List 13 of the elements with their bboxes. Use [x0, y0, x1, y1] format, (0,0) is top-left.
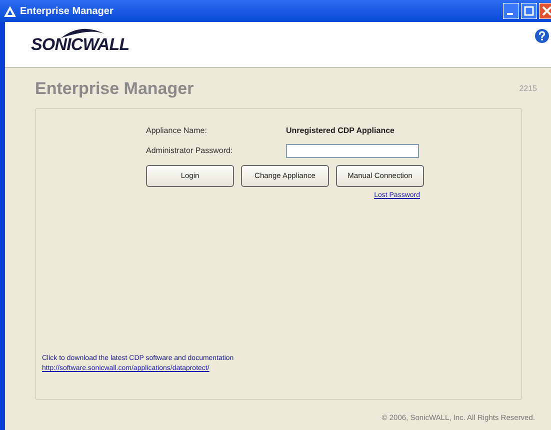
window-title: Enterprise Manager — [20, 4, 114, 18]
appliance-name-label: Appliance Name: — [146, 124, 208, 136]
version-number: 2215 — [519, 82, 537, 95]
help-icon[interactable] — [535, 28, 549, 42]
password-field[interactable] — [286, 144, 419, 158]
page-title: Enterprise Manager — [35, 78, 194, 100]
minimize-icon[interactable] — [503, 3, 519, 19]
close-icon[interactable] — [539, 3, 551, 19]
app-icon — [4, 6, 16, 16]
maximize-icon[interactable] — [521, 3, 537, 19]
password-label: Administrator Password: — [146, 144, 234, 156]
appliance-name-value: Unregistered CDP Appliance — [286, 124, 394, 136]
logo: SONICWALL — [31, 32, 130, 58]
